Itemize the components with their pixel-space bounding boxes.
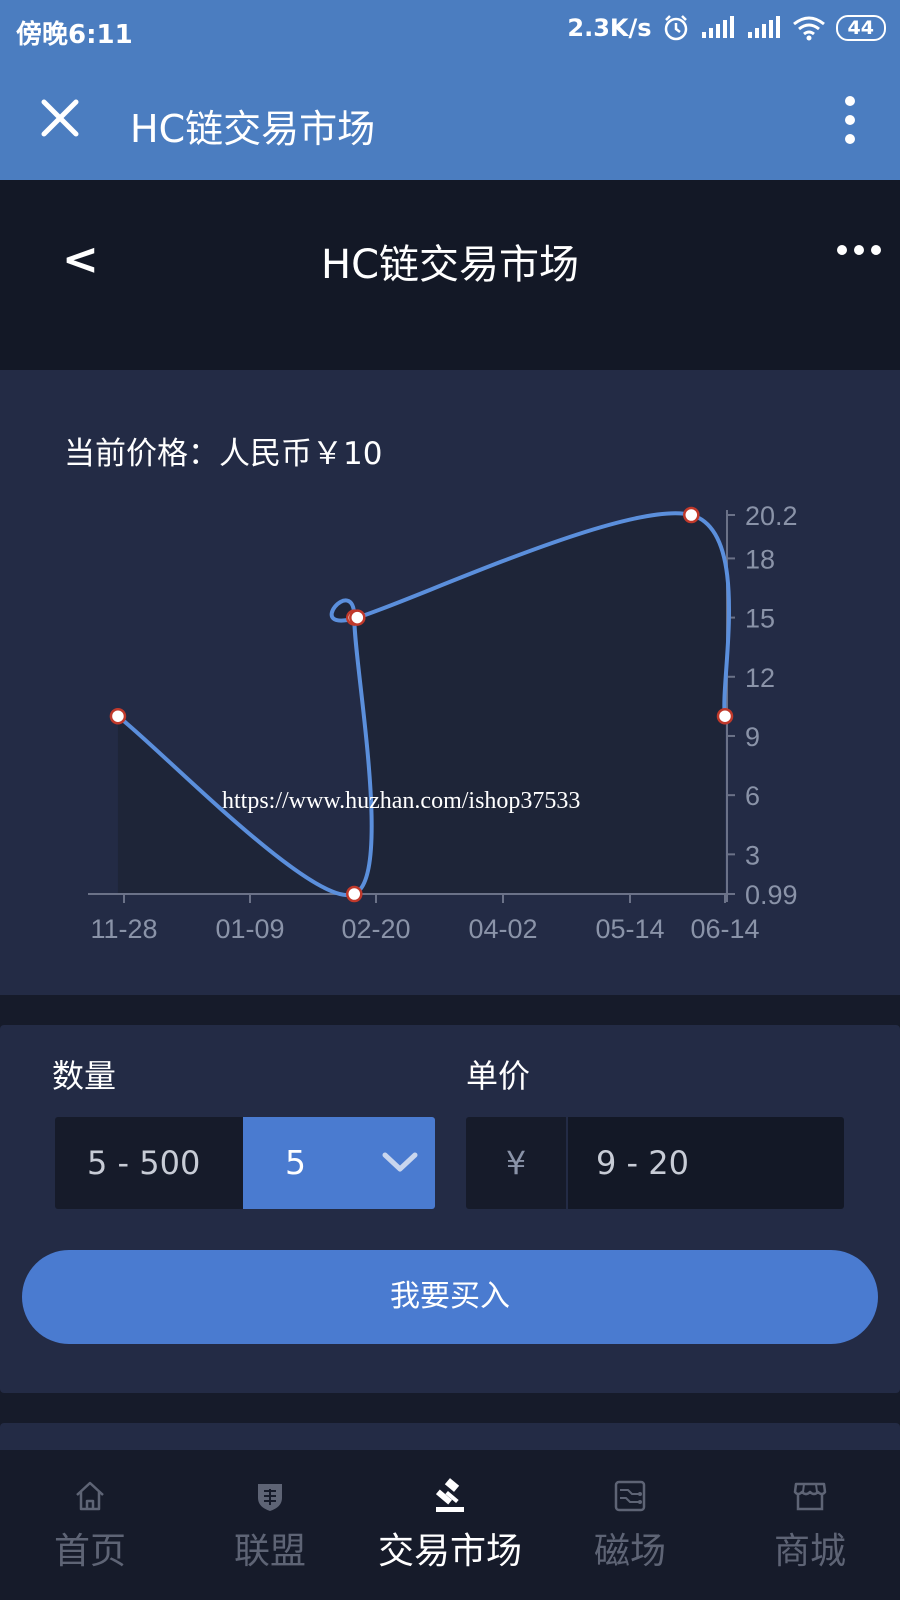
y-tick-label: 20.2: [745, 501, 798, 531]
y-tick-label: 6: [745, 781, 760, 811]
next-panel-edge: [0, 1423, 900, 1453]
battery-indicator: 44: [835, 15, 886, 41]
alarm-icon: [664, 15, 687, 41]
nav-item-store[interactable]: 商城: [720, 1450, 900, 1600]
status-bar: 傍晚6:11 2.3K/s 44: [0, 0, 900, 64]
data-point: [346, 885, 363, 903]
data-point: [349, 609, 366, 626]
chevron-down-icon: [382, 1152, 418, 1172]
y-tick-label: 9: [745, 722, 760, 752]
trade-panel: 数量 单价 5 - 500 5 ¥ 9 - 20 我要买入: [0, 1025, 900, 1393]
x-tick-label: 06-14: [690, 914, 759, 944]
x-tick-label: 11-28: [90, 914, 157, 944]
x-tick-label: 05-14: [595, 914, 664, 944]
price-chart-panel: 当前价格：人民币￥10 0.99 3 6 9 12 15 18 20.2 11-28 01-09 0…: [0, 370, 900, 995]
x-tick-label: 01-09: [215, 914, 284, 944]
quantity-label: 数量: [52, 1057, 117, 1095]
horizontal-dots-icon[interactable]: [834, 240, 884, 260]
nav-item-alliance[interactable]: 联盟: [180, 1450, 360, 1600]
nav-item-market[interactable]: 交易市场: [360, 1450, 540, 1600]
store-icon: [793, 1482, 827, 1511]
nav-label: 商城: [773, 1531, 846, 1572]
y-tick-label: 18: [745, 544, 775, 574]
nav-label: 联盟: [233, 1531, 306, 1572]
home-icon: [76, 1481, 104, 1511]
gavel-icon: [435, 1478, 464, 1512]
nav-label: 交易市场: [377, 1531, 522, 1572]
status-indicators: 2.3K/s 44: [567, 14, 886, 42]
close-icon[interactable]: [38, 96, 82, 140]
bottom-nav: 首页 联盟 交易市场 磁场 商城: [0, 1450, 900, 1600]
nav-label: 首页: [53, 1531, 126, 1572]
unit-price-label: 单价: [466, 1057, 531, 1095]
x-tick-label: 02-20: [341, 914, 410, 944]
watermark: https://www.huzhan.com/ishop37533: [222, 788, 581, 814]
nav-item-home[interactable]: 首页: [0, 1450, 180, 1600]
nav-label: 磁场: [593, 1531, 666, 1572]
y-tick-label: 3: [745, 840, 760, 870]
data-point: [109, 707, 127, 725]
currency-symbol: ¥: [466, 1117, 566, 1209]
chart-area-fill: [117, 513, 730, 896]
signal-icon: [747, 16, 780, 38]
x-tick-label: 04-02: [468, 914, 537, 944]
y-tick-label: 12: [745, 663, 775, 693]
quantity-selected-value: 5: [285, 1143, 306, 1182]
network-speed: 2.3K/s: [567, 14, 652, 42]
wifi-icon: [792, 16, 825, 41]
page-title: HC链交易市场: [320, 242, 579, 288]
status-time: 傍晚6:11: [16, 20, 133, 50]
data-point: [716, 707, 734, 725]
page-header: < HC链交易市场: [0, 180, 900, 370]
app-bar: HC链交易市场: [0, 64, 900, 180]
circuit-icon: [614, 1480, 646, 1512]
price-range-field[interactable]: 9 - 20: [568, 1117, 844, 1209]
quantity-range: 5 - 500: [55, 1117, 243, 1209]
price-chart: 0.99 3 6 9 12 15 18 20.2 11-28 01-09 02-20 04-02 05-…: [88, 501, 798, 944]
vertical-dots-icon[interactable]: [840, 94, 860, 146]
y-tick-label: 0.99: [745, 880, 798, 910]
signal-icon: [701, 16, 734, 38]
quantity-select[interactable]: 5: [243, 1117, 435, 1209]
alliance-shield-icon: [258, 1484, 282, 1511]
app-title: HC链交易市场: [130, 107, 376, 151]
data-point: [683, 506, 700, 524]
y-tick-label: 15: [745, 604, 775, 634]
nav-item-field[interactable]: 磁场: [540, 1450, 720, 1600]
buy-button[interactable]: 我要买入: [22, 1250, 878, 1344]
